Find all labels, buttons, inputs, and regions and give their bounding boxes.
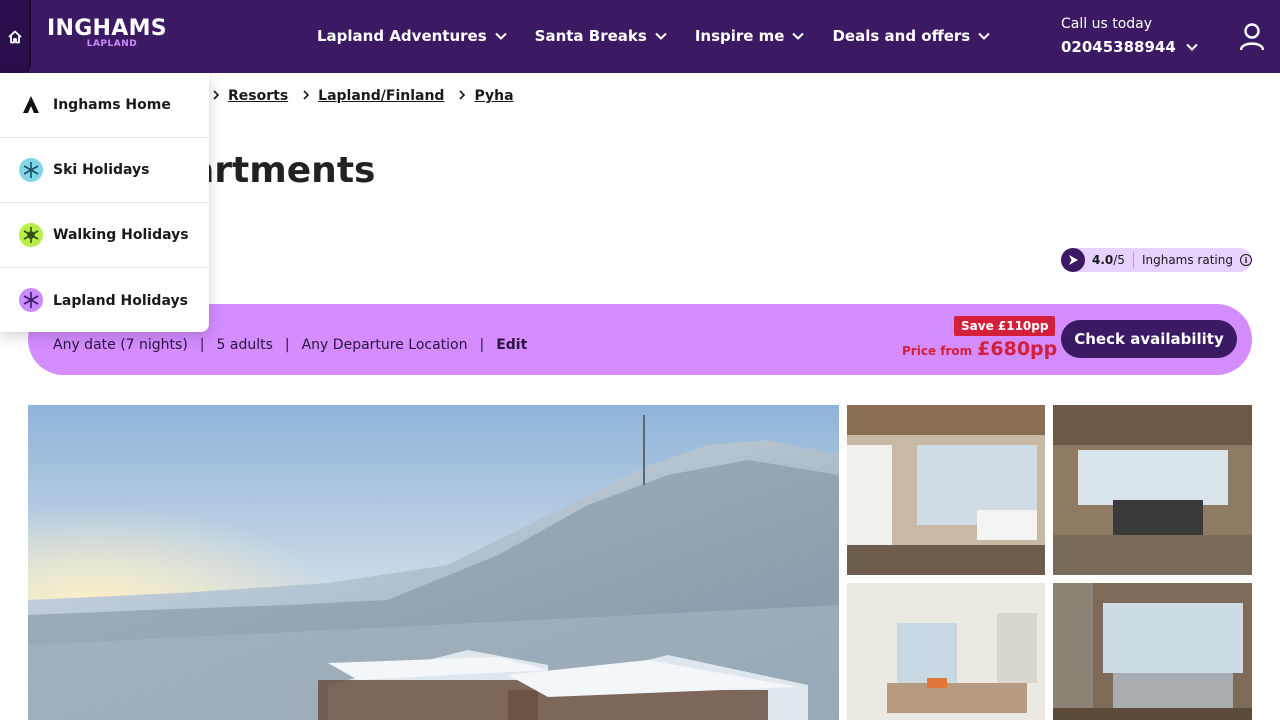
nav-label: Santa Breaks (534, 27, 647, 45)
breadcrumb: Resorts Lapland/Finland Pyha (212, 88, 528, 104)
resort-photo (28, 405, 839, 720)
price-value: £680pp (977, 338, 1058, 360)
main-nav: Lapland Adventures Santa Breaks Inspire … (317, 24, 1018, 48)
gallery-thumbnail-dining[interactable] (1053, 405, 1252, 575)
main-photo[interactable] (28, 405, 839, 720)
rating-divider (1132, 252, 1134, 268)
gallery-thumbnail-lounge[interactable] (1053, 583, 1252, 720)
check-availability-button[interactable]: Check availability (1061, 320, 1237, 358)
gallery-thumbnail-living-room[interactable] (847, 583, 1045, 720)
dining-photo (1053, 405, 1252, 575)
chevron-down-icon (792, 32, 805, 40)
divider: | (284, 337, 290, 353)
divider: | (479, 337, 485, 353)
home-button[interactable] (0, 0, 31, 73)
menu-item-label: Walking Holidays (53, 227, 189, 243)
menu-item-label: Inghams Home (53, 97, 171, 113)
nav-inspire-me[interactable]: Inspire me (695, 27, 805, 45)
menu-item-label: Ski Holidays (53, 162, 150, 178)
breadcrumb-lapland-finland[interactable]: Lapland/Finland (318, 88, 444, 104)
breadcrumb-resorts[interactable]: Resorts (228, 88, 288, 104)
nav-deals-and-offers[interactable]: Deals and offers (832, 27, 990, 45)
chevron-down-icon (978, 32, 990, 40)
nav-label: Deals and offers (832, 27, 971, 45)
inghams-rating: 4.0/5 Inghams rating i (1061, 248, 1252, 272)
rating-out-of: /5 (1113, 253, 1125, 267)
save-badge: Save £110pp (954, 316, 1056, 336)
call-us[interactable]: Call us today 02045388944 (1061, 14, 1198, 58)
lounge-photo (1053, 583, 1252, 720)
nav-label: Inspire me (694, 27, 785, 45)
chevron-right-icon (458, 88, 466, 104)
call-label: Call us today (1061, 16, 1153, 32)
chevron-right-icon (302, 88, 310, 104)
lapland-icon (19, 288, 43, 312)
search-criteria: Any date (7 nights) | 5 adults | Any Dep… (53, 337, 527, 353)
breadcrumb-pyha[interactable]: Pyha (474, 88, 513, 104)
divider: | (199, 337, 205, 353)
menu-item-walking-holidays[interactable]: Walking Holidays (0, 203, 209, 268)
account-icon[interactable] (1238, 22, 1266, 52)
search-dates: Any date (7 nights) (53, 337, 188, 353)
walking-icon (19, 223, 43, 247)
chevron-right-icon (212, 88, 220, 104)
search-guests: 5 adults (216, 337, 273, 353)
kitchen-photo (847, 405, 1045, 575)
phone-number[interactable]: 02045388944 (1061, 36, 1198, 58)
chevron-down-icon (1186, 43, 1198, 51)
inghams-logo-icon (23, 96, 39, 113)
inghams-logo-icon (1061, 248, 1085, 272)
home-icon (7, 30, 22, 43)
search-summary-bar: Any date (7 nights) | 5 adults | Any Dep… (28, 304, 1252, 375)
nav-lapland-adventures[interactable]: Lapland Adventures (317, 27, 507, 45)
info-icon[interactable]: i (1239, 254, 1252, 266)
menu-item-ski-holidays[interactable]: Ski Holidays (0, 138, 209, 203)
rating-score: 4.0/5 (1092, 253, 1125, 267)
chevron-down-icon (494, 32, 507, 40)
phone-number-text: 02045388944 (1061, 38, 1176, 56)
living-room-photo (847, 583, 1045, 720)
rating-label: Inghams rating (1141, 253, 1233, 267)
menu-item-label: Lapland Holidays (53, 292, 188, 309)
snowflake-icon (19, 158, 43, 182)
nav-santa-breaks[interactable]: Santa Breaks (535, 27, 667, 45)
page-title: artments (190, 150, 376, 191)
brand-logo[interactable]: INGHAMS LAPLAND (47, 16, 167, 50)
gallery-thumbnail-kitchen[interactable] (847, 405, 1045, 575)
page: INGHAMS LAPLAND Lapland Adventures Santa… (0, 0, 1280, 720)
menu-item-lapland-holidays[interactable]: Lapland Holidays (0, 268, 209, 333)
chevron-down-icon (655, 32, 667, 40)
price-from: Price from £680pp (902, 338, 1057, 360)
site-header: INGHAMS LAPLAND Lapland Adventures Santa… (0, 0, 1280, 73)
price-label: Price from (902, 344, 973, 358)
brand-name: INGHAMS (47, 16, 167, 41)
menu-item-inghams-home[interactable]: Inghams Home (0, 73, 209, 138)
search-departure: Any Departure Location (301, 337, 468, 353)
edit-search-link[interactable]: Edit (496, 337, 527, 353)
nav-label: Lapland Adventures (317, 27, 487, 45)
brand-switcher-menu: Inghams Home Ski Holidays Walking Holida… (0, 73, 209, 332)
rating-value: 4.0 (1092, 253, 1114, 267)
